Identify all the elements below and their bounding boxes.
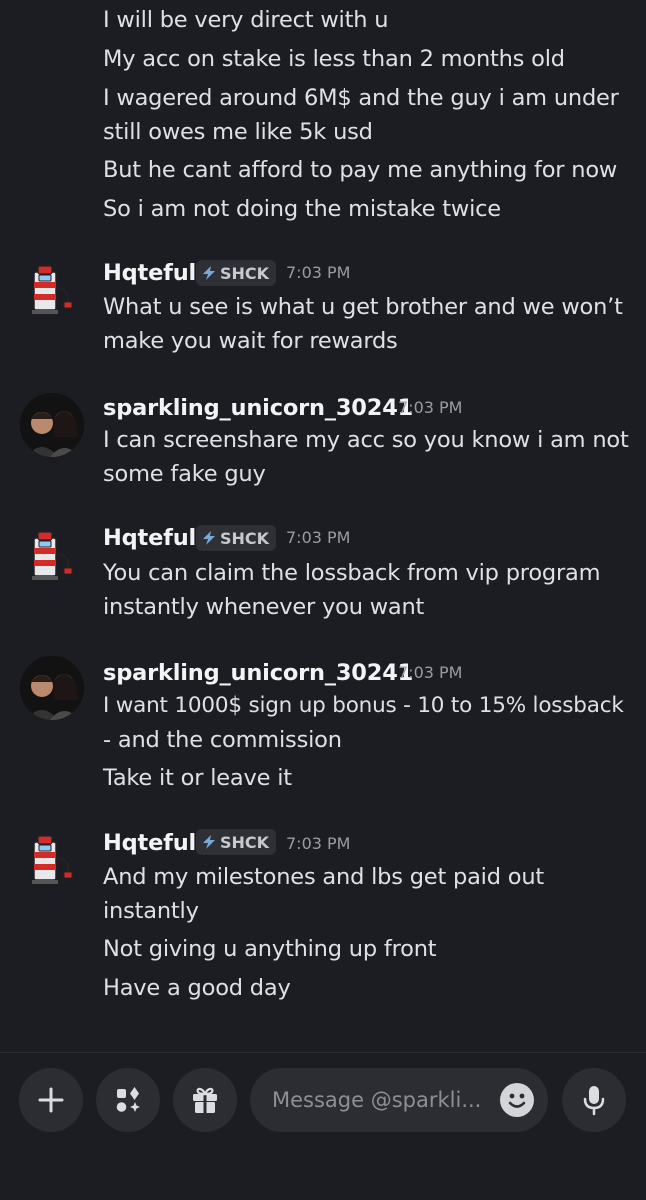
message-line: instantly whenever you want bbox=[103, 594, 425, 620]
timestamp: 7:03 PM bbox=[286, 263, 351, 282]
message-line: Have a good day bbox=[103, 975, 291, 1001]
message-line: So i am not doing the mistake twice bbox=[103, 196, 501, 222]
message-line: You can claim the lossback from vip prog… bbox=[103, 560, 601, 586]
message-input[interactable]: Message @sparkli... bbox=[250, 1068, 548, 1132]
couple-photo-avatar[interactable] bbox=[20, 656, 84, 720]
robot-gas-pump-avatar[interactable] bbox=[20, 828, 84, 892]
gift-icon bbox=[193, 1087, 217, 1113]
author-name[interactable]: sparkling_unicorn_30241 bbox=[103, 658, 413, 688]
robot-gas-pump-avatar[interactable] bbox=[20, 524, 84, 588]
author-name[interactable]: sparkling_unicorn_30241 bbox=[103, 393, 413, 423]
clan-tag-label: SHCK bbox=[220, 528, 270, 548]
apps-button[interactable] bbox=[96, 1068, 160, 1132]
message-line: My acc on stake is less than 2 months ol… bbox=[103, 46, 565, 72]
lightning-icon bbox=[203, 531, 215, 545]
apps-icon bbox=[116, 1087, 140, 1112]
lightning-icon bbox=[203, 266, 215, 280]
author-name[interactable]: Hqteful bbox=[103, 258, 196, 288]
add-attachment-button[interactable] bbox=[19, 1068, 83, 1132]
clan-tag-label: SHCK bbox=[220, 832, 270, 852]
timestamp: 7:03 PM bbox=[398, 398, 463, 417]
timestamp: 7:03 PM bbox=[286, 528, 351, 547]
message-line: What u see is what u get brother and we … bbox=[103, 294, 623, 320]
message-line: - and the commission bbox=[103, 727, 342, 753]
message-line: I will be very direct with u bbox=[103, 7, 389, 33]
timestamp: 7:03 PM bbox=[286, 834, 351, 853]
message-line: still owes me like 5k usd bbox=[103, 119, 373, 145]
plus-icon bbox=[38, 1087, 64, 1113]
clan-tag[interactable]: SHCK bbox=[196, 525, 277, 551]
microphone-icon bbox=[583, 1086, 605, 1116]
clan-tag[interactable]: SHCK bbox=[196, 829, 277, 855]
voice-message-button[interactable] bbox=[562, 1068, 626, 1132]
message-line: Not giving u anything up front bbox=[103, 936, 437, 962]
message-line: Take it or leave it bbox=[103, 765, 292, 791]
smiley-face-icon[interactable] bbox=[500, 1083, 534, 1117]
couple-photo-avatar[interactable] bbox=[20, 393, 84, 457]
message-input-placeholder: Message @sparkli... bbox=[272, 1088, 482, 1112]
message-line: But he cant afford to pay me anything fo… bbox=[103, 157, 618, 183]
author-name[interactable]: Hqteful bbox=[103, 523, 196, 553]
message-line: I can screenshare my acc so you know i a… bbox=[103, 427, 629, 453]
message-line: instantly bbox=[103, 898, 199, 924]
message-line: I wagered around 6M$ and the guy i am un… bbox=[103, 85, 619, 111]
timestamp: 7:03 PM bbox=[398, 663, 463, 682]
clan-tag-label: SHCK bbox=[220, 263, 270, 283]
message-line: make you wait for rewards bbox=[103, 328, 398, 354]
chat-log: I will be very direct with u My acc on s… bbox=[0, 0, 646, 1052]
message-line: And my milestones and lbs get paid out bbox=[103, 864, 545, 890]
lightning-icon bbox=[203, 835, 215, 849]
robot-gas-pump-avatar[interactable] bbox=[20, 258, 84, 322]
clan-tag[interactable]: SHCK bbox=[196, 260, 277, 286]
gift-button[interactable] bbox=[173, 1068, 237, 1132]
author-name[interactable]: Hqteful bbox=[103, 828, 196, 858]
message-line: some fake guy bbox=[103, 461, 266, 487]
message-line: I want 1000$ sign up bonus - 10 to 15% l… bbox=[103, 693, 624, 718]
